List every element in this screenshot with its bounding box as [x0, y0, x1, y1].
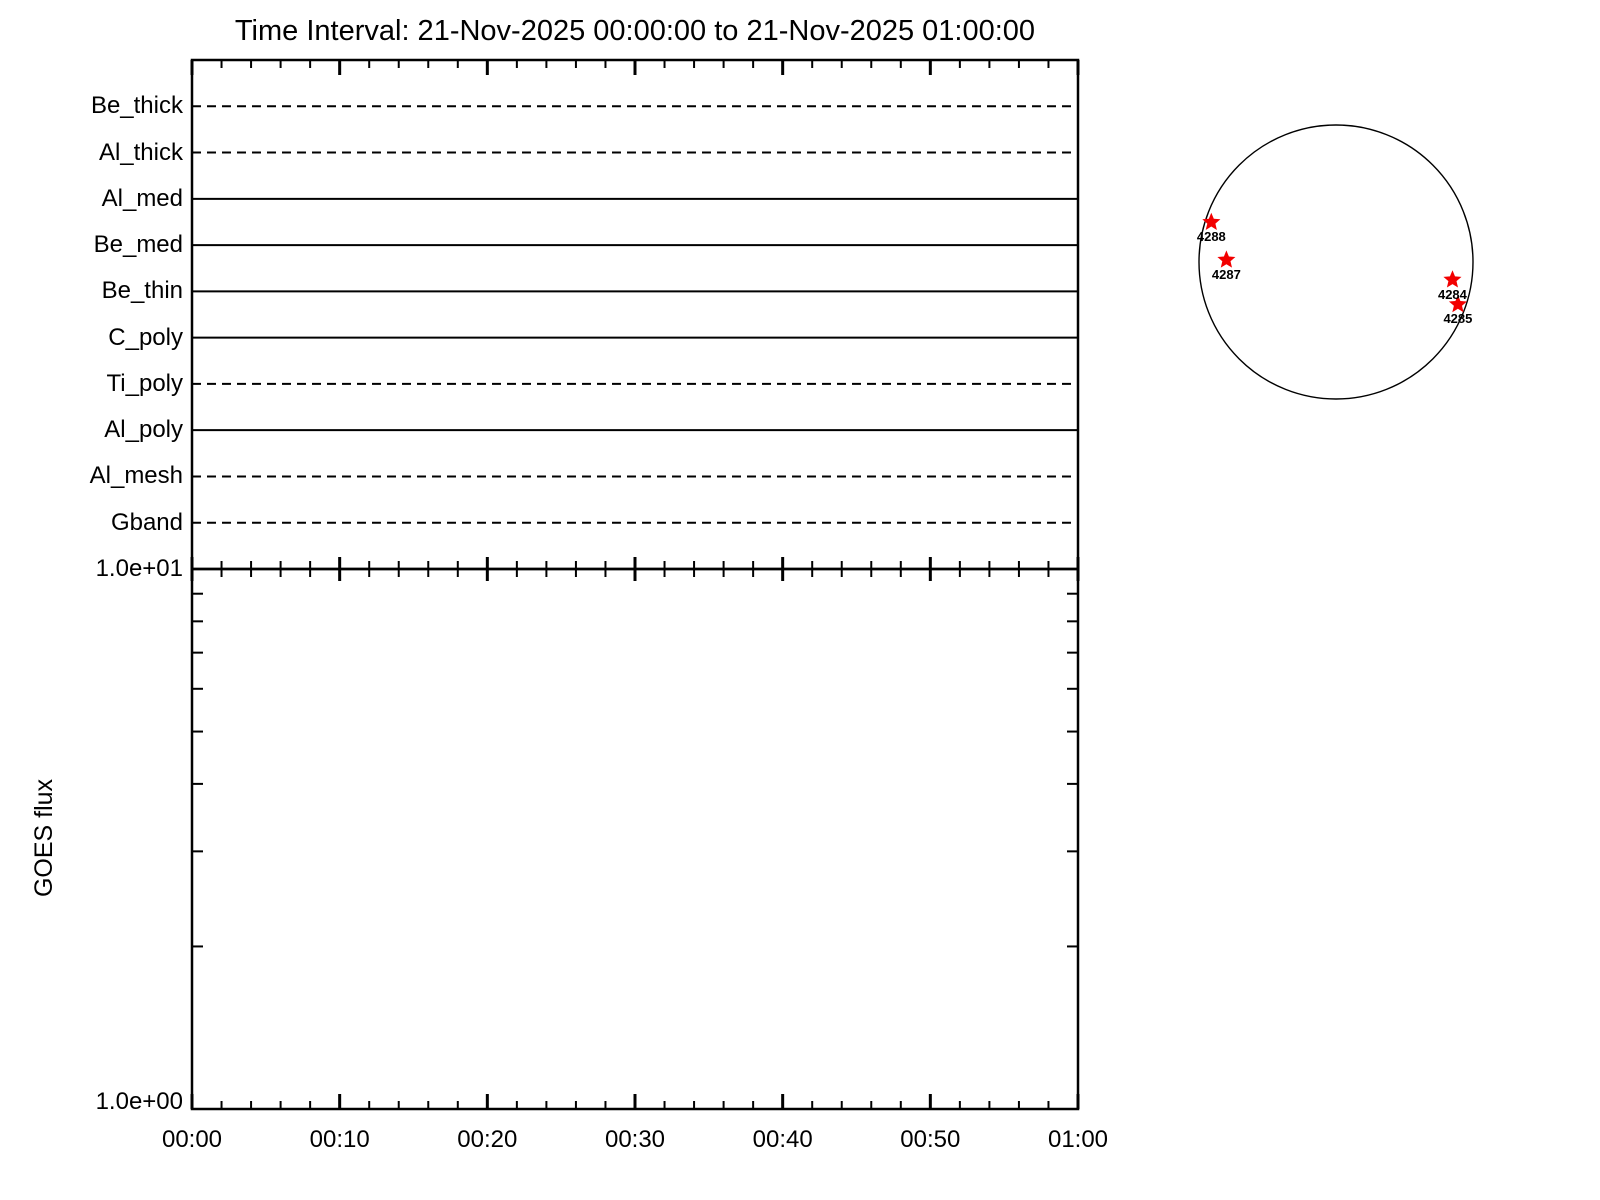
active-region-label-4284: 4284 [1437, 286, 1467, 302]
xtick-label-00-20: 00:20 [457, 1126, 518, 1153]
filter-label-C_poly: C_poly [108, 323, 183, 351]
active-region-star-4288 [1202, 212, 1221, 230]
filter-label-Al_mesh: Al_mesh [89, 462, 183, 490]
filter-label-Be_thick: Be_thick [90, 92, 183, 120]
active-region-label-4287: 4287 [1211, 266, 1241, 282]
xtick-label-00-50: 00:50 [900, 1126, 961, 1153]
plot-canvas: Time Interval: 21-Nov-2025 00:00:00 to 2… [0, 0, 1600, 1200]
filter-label-Al_thick: Al_thick [98, 138, 183, 166]
xtick-label-00-00: 00:00 [161, 1126, 223, 1153]
xtick-label-00-40: 00:40 [752, 1126, 813, 1153]
filter-panel-box [190, 58, 1080, 571]
filter-label-Be_thin: Be_thin [101, 277, 183, 305]
filter-label-Be_med: Be_med [93, 231, 183, 259]
ytick-label-1e01: 1.0e+01 [95, 555, 183, 582]
xtick-label-00-10: 00:10 [309, 1126, 370, 1153]
xtick-label-01-00: 01:00 [1047, 1126, 1109, 1153]
chart-title: Time Interval: 21-Nov-2025 00:00:00 to 2… [234, 15, 1036, 47]
chart-svg [190, 58, 1474, 1111]
active-region-label-4288: 4288 [1196, 229, 1226, 245]
active-region-star-4287 [1217, 250, 1236, 268]
filter-label-Al_poly: Al_poly [104, 416, 183, 444]
ytick-label-1e00: 1.0e+00 [95, 1088, 183, 1115]
active-region-label-4285: 4285 [1443, 311, 1473, 327]
filter-label-Ti_poly: Ti_poly [106, 369, 183, 397]
goes-flux-ylabel: GOES flux [30, 778, 58, 898]
filter-label-Al_med: Al_med [101, 184, 183, 212]
solar-disk [1198, 124, 1474, 400]
xtick-label-00-30: 00:30 [604, 1126, 666, 1153]
active-region-star-4284 [1443, 270, 1462, 288]
filter-label-Gband: Gband [110, 508, 183, 536]
goes-panel-box [190, 567, 1080, 1111]
